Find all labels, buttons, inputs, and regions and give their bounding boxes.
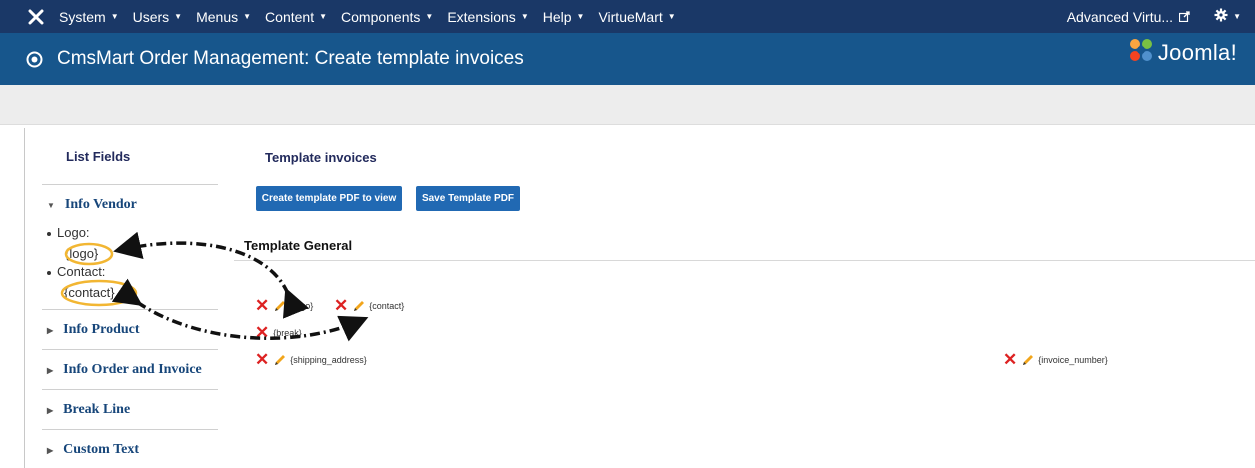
template-item-shipping-address: ✕ {shipping_address} bbox=[255, 351, 367, 368]
template-item-logo: ✕ {logo} bbox=[255, 297, 313, 314]
template-general-title: Template General bbox=[244, 238, 353, 253]
section-label: Info Product bbox=[63, 322, 140, 337]
collapsed-arrow-icon: ▶ bbox=[47, 325, 54, 335]
divider bbox=[42, 349, 218, 350]
joomla-logo-icon[interactable] bbox=[27, 8, 45, 26]
edit-pencil-icon[interactable] bbox=[273, 353, 287, 367]
page-title: CmsMart Order Management: Create templat… bbox=[57, 48, 524, 69]
template-item-break: ✕ {break} bbox=[255, 324, 302, 341]
edit-pencil-icon[interactable] bbox=[352, 299, 366, 313]
delete-x-icon[interactable]: ✕ bbox=[334, 297, 348, 314]
field-logo-tag[interactable]: {logo} bbox=[65, 246, 98, 261]
menu-menus[interactable]: Menus ▼ bbox=[196, 9, 251, 25]
divider bbox=[42, 429, 218, 430]
gear-icon bbox=[1214, 8, 1228, 25]
menu-label: Components bbox=[341, 8, 421, 25]
menu-label: Menus bbox=[196, 8, 239, 25]
menu-label: System bbox=[59, 8, 106, 25]
template-item-contact: ✕ {contact} bbox=[334, 297, 404, 314]
menu-components[interactable]: Components ▼ bbox=[341, 9, 433, 25]
joomla-brand: Joomla! bbox=[1128, 37, 1237, 68]
content-left-border bbox=[24, 128, 25, 468]
section-label: Break Line bbox=[63, 402, 131, 417]
joomla-brand-text: Joomla! bbox=[1157, 39, 1237, 65]
caret-down-icon: ▼ bbox=[1233, 12, 1241, 21]
template-item-tag: {shipping_address} bbox=[290, 354, 367, 365]
section-info-vendor[interactable]: ▼ Info Vendor bbox=[47, 197, 137, 213]
bullet bbox=[47, 270, 51, 275]
settings-menu[interactable]: ▼ bbox=[1214, 8, 1241, 25]
external-link-icon bbox=[1178, 9, 1190, 25]
field-contact-tag[interactable]: {contact} bbox=[64, 285, 115, 300]
admin-menubar: System ▼ Users ▼ Menus ▼ Content ▼ Component… bbox=[0, 0, 1255, 33]
menu-help[interactable]: Help ▼ bbox=[543, 9, 585, 25]
edit-pencil-icon[interactable] bbox=[1021, 353, 1035, 367]
target-icon bbox=[26, 51, 43, 68]
edit-pencil-icon[interactable] bbox=[273, 299, 287, 313]
caret-down-icon: ▼ bbox=[425, 12, 434, 21]
template-item-tag: {break} bbox=[273, 327, 302, 338]
save-template-pdf-button[interactable]: Save Template PDF bbox=[416, 186, 520, 211]
topbar-right: Advanced Virtu... ▼ bbox=[1067, 0, 1255, 33]
menu-label: Help bbox=[542, 8, 572, 25]
collapsed-arrow-icon: ▶ bbox=[47, 445, 54, 455]
menu-content[interactable]: Content ▼ bbox=[265, 9, 327, 25]
field-label-text: Logo: bbox=[57, 225, 90, 240]
menu-virtuemart[interactable]: VirtueMart ▼ bbox=[598, 9, 675, 25]
contact-drag-arrow bbox=[111, 278, 369, 342]
caret-down-icon: ▼ bbox=[667, 12, 676, 21]
section-label: Info Vendor bbox=[64, 197, 137, 212]
divider bbox=[42, 184, 218, 185]
menu-label: Content bbox=[265, 8, 315, 25]
menu-label: VirtueMart bbox=[598, 8, 663, 25]
delete-x-icon[interactable]: ✕ bbox=[255, 297, 269, 314]
collapsed-arrow-icon: ▶ bbox=[47, 365, 54, 375]
template-item-tag: {logo} bbox=[290, 300, 314, 311]
section-custom-text[interactable]: ▶ Custom Text bbox=[47, 442, 139, 458]
divider bbox=[42, 309, 218, 310]
delete-x-icon[interactable]: ✕ bbox=[1003, 351, 1017, 368]
section-info-order-invoice[interactable]: ▶ Info Order and Invoice bbox=[47, 362, 202, 378]
menu-system[interactable]: System ▼ bbox=[59, 9, 119, 25]
field-logo-label: Logo: bbox=[47, 225, 90, 240]
menu-users[interactable]: Users ▼ bbox=[133, 9, 182, 25]
caret-down-icon: ▼ bbox=[243, 12, 252, 21]
title-bar: CmsMart Order Management: Create templat… bbox=[0, 33, 1255, 85]
caret-down-icon: ▼ bbox=[174, 12, 183, 21]
field-label-text: Contact: bbox=[57, 264, 106, 279]
sidebar-title: List Fields bbox=[66, 149, 131, 164]
template-invoices-title: Template invoices bbox=[265, 150, 377, 165]
caret-down-icon: ▼ bbox=[110, 12, 119, 21]
template-item-tag: {contact} bbox=[369, 300, 405, 311]
delete-x-icon[interactable]: ✕ bbox=[255, 351, 269, 368]
site-link-label: Advanced Virtu... bbox=[1066, 8, 1174, 25]
section-divider bbox=[234, 260, 1255, 261]
bullet bbox=[47, 231, 51, 236]
template-item-invoice-number: ✕ {invoice_number} bbox=[1003, 351, 1108, 368]
menu-extensions[interactable]: Extensions ▼ bbox=[447, 9, 528, 25]
template-item-tag: {invoice_number} bbox=[1038, 354, 1108, 365]
section-break-line[interactable]: ▶ Break Line bbox=[47, 402, 130, 418]
menu-label: Users bbox=[132, 8, 170, 25]
delete-x-icon[interactable]: ✕ bbox=[255, 324, 269, 341]
create-template-pdf-button[interactable]: Create template PDF to view bbox=[256, 186, 402, 211]
collapsed-arrow-icon: ▶ bbox=[47, 405, 54, 415]
site-link[interactable]: Advanced Virtu... bbox=[1067, 9, 1190, 25]
joomla-brand-icon bbox=[1128, 37, 1154, 68]
caret-down-icon: ▼ bbox=[319, 12, 328, 21]
toolbar bbox=[0, 85, 1255, 125]
menu-label: Extensions bbox=[447, 8, 516, 25]
caret-down-icon: ▼ bbox=[520, 12, 529, 21]
divider bbox=[42, 389, 218, 390]
expanded-arrow-icon: ▼ bbox=[47, 200, 55, 210]
section-label: Info Order and Invoice bbox=[63, 362, 202, 377]
caret-down-icon: ▼ bbox=[576, 12, 585, 21]
section-label: Custom Text bbox=[63, 442, 140, 457]
section-info-product[interactable]: ▶ Info Product bbox=[47, 322, 140, 338]
field-contact-label: Contact: bbox=[47, 264, 105, 279]
